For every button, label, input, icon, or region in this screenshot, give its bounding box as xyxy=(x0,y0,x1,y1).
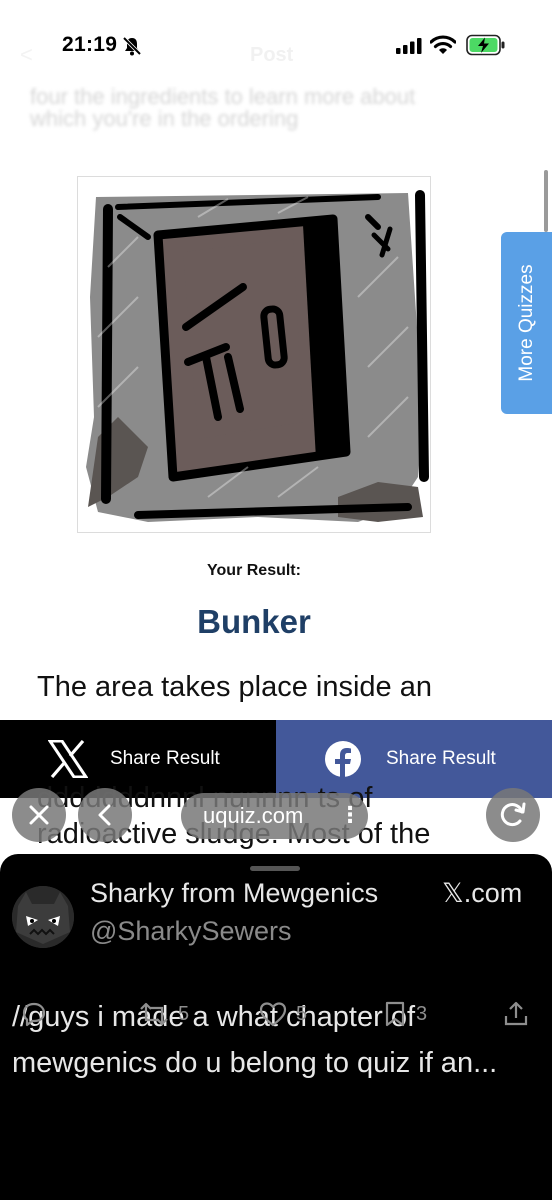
more-quizzes-tab[interactable]: More Quizzes xyxy=(501,232,552,414)
result-image xyxy=(77,176,431,533)
bookmark-icon xyxy=(385,1001,405,1027)
close-browser-button[interactable] xyxy=(12,788,66,842)
share-icon xyxy=(504,1001,528,1026)
x-logo-icon xyxy=(47,739,89,783)
repost-button[interactable]: 5 xyxy=(138,1000,189,1028)
close-icon xyxy=(29,805,49,825)
heart-icon xyxy=(259,1002,287,1027)
status-bar: < Post 21:19 xyxy=(0,0,552,86)
reply-button[interactable] xyxy=(20,1000,48,1028)
status-time: 21:19 xyxy=(62,33,118,56)
cellular-signal-icon xyxy=(396,38,422,59)
result-description-line-1: The area takes place inside an xyxy=(37,671,432,703)
share-facebook-label: Share Result xyxy=(386,748,496,769)
reload-button[interactable] xyxy=(486,788,540,842)
post-display-name[interactable]: Sharky from Mewgenics xyxy=(90,878,378,909)
scrollbar-thumb[interactable] xyxy=(544,170,548,232)
battery-charging-icon xyxy=(466,34,506,61)
nav-title-ghost: Post xyxy=(250,44,294,66)
more-quizzes-label: More Quizzes xyxy=(515,264,537,382)
avatar[interactable] xyxy=(12,886,74,948)
result-title: Bunker xyxy=(197,603,311,640)
reload-icon xyxy=(500,802,526,827)
post-handle[interactable]: @SharkySewers xyxy=(90,916,291,947)
chevron-left-icon xyxy=(98,804,111,826)
more-options-icon[interactable]: ⋮ xyxy=(339,802,361,828)
repost-icon xyxy=(140,1002,168,1026)
drag-handle[interactable] xyxy=(250,866,300,871)
facebook-logo-icon xyxy=(324,740,362,783)
your-result-label: Your Result: xyxy=(207,562,301,579)
repost-count: 5 xyxy=(178,1002,190,1025)
reply-icon xyxy=(22,1002,46,1027)
post-actions: 5 5 3 xyxy=(0,1000,552,1040)
url-bar[interactable]: uquiz.com ⋮ xyxy=(181,793,368,839)
bookmark-button[interactable]: 3 xyxy=(382,1000,427,1028)
post-source[interactable]: 𝕏.com xyxy=(442,878,522,909)
bell-slash-icon xyxy=(122,36,142,61)
url-text: uquiz.com xyxy=(203,803,304,828)
like-count: 5 xyxy=(296,1002,308,1025)
share-x-label: Share Result xyxy=(110,748,220,769)
browser-back-button[interactable] xyxy=(78,788,132,842)
bookmark-count: 3 xyxy=(416,1002,428,1025)
like-button[interactable]: 5 xyxy=(258,1000,307,1028)
wifi-icon xyxy=(429,35,457,60)
nav-back-ghost[interactable]: < xyxy=(20,42,33,68)
faded-header-text: four the ingredients to learn more about… xyxy=(30,86,416,131)
share-post-button[interactable] xyxy=(502,1000,530,1028)
result-description: The area takes place inside an xyxy=(37,668,497,706)
